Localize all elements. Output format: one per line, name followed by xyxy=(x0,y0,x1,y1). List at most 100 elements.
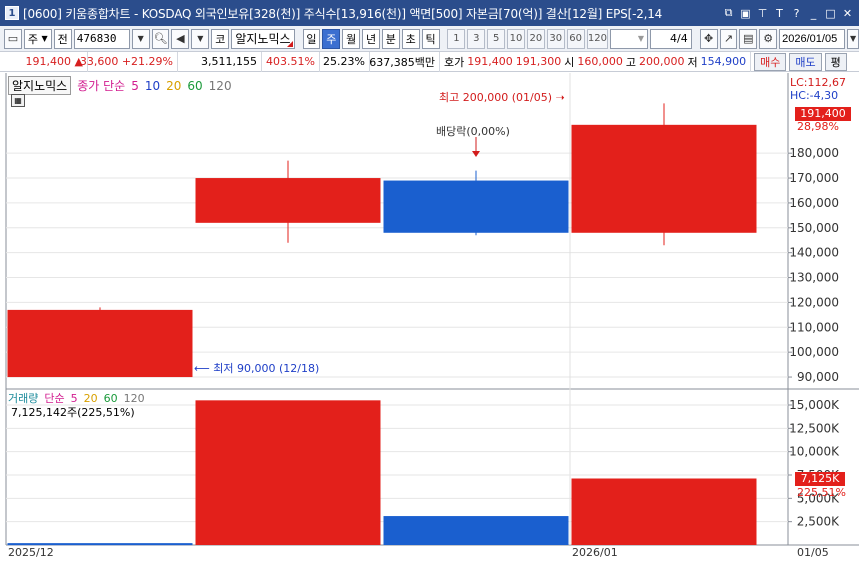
minute-10[interactable]: 10 xyxy=(507,28,525,49)
code-dropdown-icon[interactable]: ▼ xyxy=(131,28,150,49)
price-ma-20: 20 xyxy=(166,78,182,93)
page-count[interactable]: 4/4 xyxy=(650,28,692,49)
minute-20[interactable]: 20 xyxy=(526,28,545,49)
price-change: 33,600 xyxy=(79,55,119,68)
price-tick-label: 110,000 xyxy=(789,320,839,334)
change-rate: +21.29% xyxy=(121,55,173,68)
help-icon[interactable]: ? xyxy=(789,5,804,21)
price-ma-120: 120 xyxy=(208,78,232,93)
eval-button[interactable]: 평 xyxy=(824,52,847,71)
cycle-select[interactable]: 주 ▼ xyxy=(23,28,52,49)
stock-code-input[interactable] xyxy=(73,28,130,49)
speaker-icon[interactable]: ◀ xyxy=(171,28,190,49)
candle-body xyxy=(571,124,757,233)
open-price: 160,000 xyxy=(577,55,623,68)
period-year[interactable]: 년 xyxy=(362,28,380,49)
volume-bar xyxy=(195,400,381,545)
dividend-annotation: 배당락(0,00%) xyxy=(436,125,510,138)
x-label-last: 01/05 xyxy=(797,546,829,559)
arrow-left-icon: ⟵ xyxy=(194,362,210,375)
code-prefix-label: 코 xyxy=(211,28,230,49)
volume-bar xyxy=(383,516,569,545)
minute-120[interactable]: 120 xyxy=(586,28,609,49)
low-annotation-text: 최저 90,000 (12/18) xyxy=(213,362,320,375)
grid-table-icon[interactable]: ▦ xyxy=(11,94,25,107)
stock-chart[interactable]: 90,000 100,000 110,000 120,000 130,000 140,00… xyxy=(0,73,859,565)
minimize-button[interactable]: _ xyxy=(806,5,821,21)
minute-1[interactable]: 1 xyxy=(447,28,466,49)
period-month[interactable]: 월 xyxy=(342,28,361,49)
high-annotation-text: 최고 200,000 (01/05) xyxy=(439,91,553,104)
chart-area[interactable]: 90,000 100,000 110,000 120,000 130,000 140,00… xyxy=(0,73,859,565)
volume-info: 7,125,142주(225,51%) xyxy=(11,406,135,419)
current-price-tag: 191,400 xyxy=(795,107,851,121)
price-tick-label: 150,000 xyxy=(789,221,839,235)
candle-body xyxy=(383,180,569,233)
close-button[interactable]: ✕ xyxy=(840,5,855,21)
volume: 3,511,155 xyxy=(178,51,262,72)
volume-ma-60: 60 xyxy=(103,391,118,405)
period-week[interactable]: 주 xyxy=(322,28,341,49)
gear-icon[interactable]: ⚙ xyxy=(759,28,778,49)
volume-tick-label: 15,000K xyxy=(789,398,840,412)
candle-body xyxy=(7,309,193,378)
volume-bar xyxy=(7,543,193,546)
price-panel-name[interactable]: 알지노믹스 xyxy=(8,76,72,95)
bid-label: 호가 xyxy=(444,55,465,69)
price-tick-label: 100,000 xyxy=(789,345,839,359)
chevron-down-icon: ▼ xyxy=(41,34,48,43)
price-tick-label: 180,000 xyxy=(789,146,839,160)
tools-icon[interactable]: ✥ xyxy=(699,28,718,49)
minute-60[interactable]: 60 xyxy=(566,28,585,49)
high-annotation: 최고 200,000 (01/05) ➝ xyxy=(439,89,565,105)
link-icon[interactable]: ⧉ xyxy=(721,5,736,21)
volume-ma-20: 20 xyxy=(83,391,98,405)
current-rate-tag: 28,98% xyxy=(797,120,839,133)
minute-5[interactable]: 5 xyxy=(487,28,506,49)
save-icon[interactable]: ▤ xyxy=(739,28,758,49)
turnover: 25.23% xyxy=(320,51,370,72)
stock-name[interactable]: 알지노믹스 xyxy=(231,28,295,49)
search-icon[interactable]: 🔍︎ xyxy=(151,28,170,49)
minute-30[interactable]: 30 xyxy=(546,28,565,49)
interval-select[interactable]: ▼ xyxy=(610,28,649,49)
price-tick-label: 120,000 xyxy=(789,295,839,309)
volume-bar xyxy=(571,478,757,545)
current-price: 191,400 xyxy=(25,55,72,68)
volume-rate-tag: 225,51% xyxy=(797,486,846,499)
panel-toggle-icon[interactable]: ▭ xyxy=(4,28,22,49)
quote-bar: 191,400 ▲ 33,600 +21.29% 3,511,155 403.5… xyxy=(0,51,859,72)
speaker-dropdown-icon[interactable]: ▼ xyxy=(191,28,210,49)
period-day[interactable]: 일 xyxy=(302,28,321,49)
volume-ma-5: 5 xyxy=(70,391,78,405)
period-minute[interactable]: 분 xyxy=(381,28,400,49)
window-title: [0600] 키움종합차트 - KOSDAQ 외국인보유[328(천)] 주식수… xyxy=(23,6,663,21)
pin-icon[interactable]: ⊤ xyxy=(755,5,770,21)
date-input[interactable] xyxy=(779,28,846,49)
sell-button[interactable]: 매도 xyxy=(789,52,822,71)
arrow-right-icon: ➝ xyxy=(555,91,565,104)
volume-tick-label: 2,500K xyxy=(797,515,840,529)
change-cell: 33,600 +21.29% xyxy=(80,51,178,72)
trend-icon[interactable]: ↗ xyxy=(719,28,738,49)
app-icon[interactable]: 1 xyxy=(5,6,19,20)
price-tick-label: 140,000 xyxy=(789,246,839,260)
hc-label: HC:-4,30 xyxy=(790,89,839,102)
buy-button[interactable]: 매수 xyxy=(754,52,787,71)
minute-3[interactable]: 3 xyxy=(467,28,486,49)
high-label: 고 xyxy=(625,55,636,69)
layout-icon[interactable]: ▣ xyxy=(738,5,753,21)
lc-label: LC:112,67 xyxy=(790,76,847,89)
font-icon[interactable]: T xyxy=(772,5,787,21)
maximize-button[interactable]: □ xyxy=(823,5,838,21)
market-select[interactable]: 전 xyxy=(53,28,72,49)
period-second[interactable]: 초 xyxy=(401,28,420,49)
price-ma-60: 60 xyxy=(187,78,203,93)
low-price: 154,900 xyxy=(700,55,747,68)
price-tick-label: 170,000 xyxy=(789,171,839,185)
title-bar: 1 [0600] 키움종합차트 - KOSDAQ 외국인보유[328(천)] 주… xyxy=(0,0,859,26)
volume-rate: 403.51% xyxy=(262,51,320,72)
period-tick[interactable]: 틱 xyxy=(421,28,440,49)
x-label-2025-12: 2025/12 xyxy=(8,546,54,559)
calendar-dropdown-icon[interactable]: ▼ xyxy=(847,28,859,49)
